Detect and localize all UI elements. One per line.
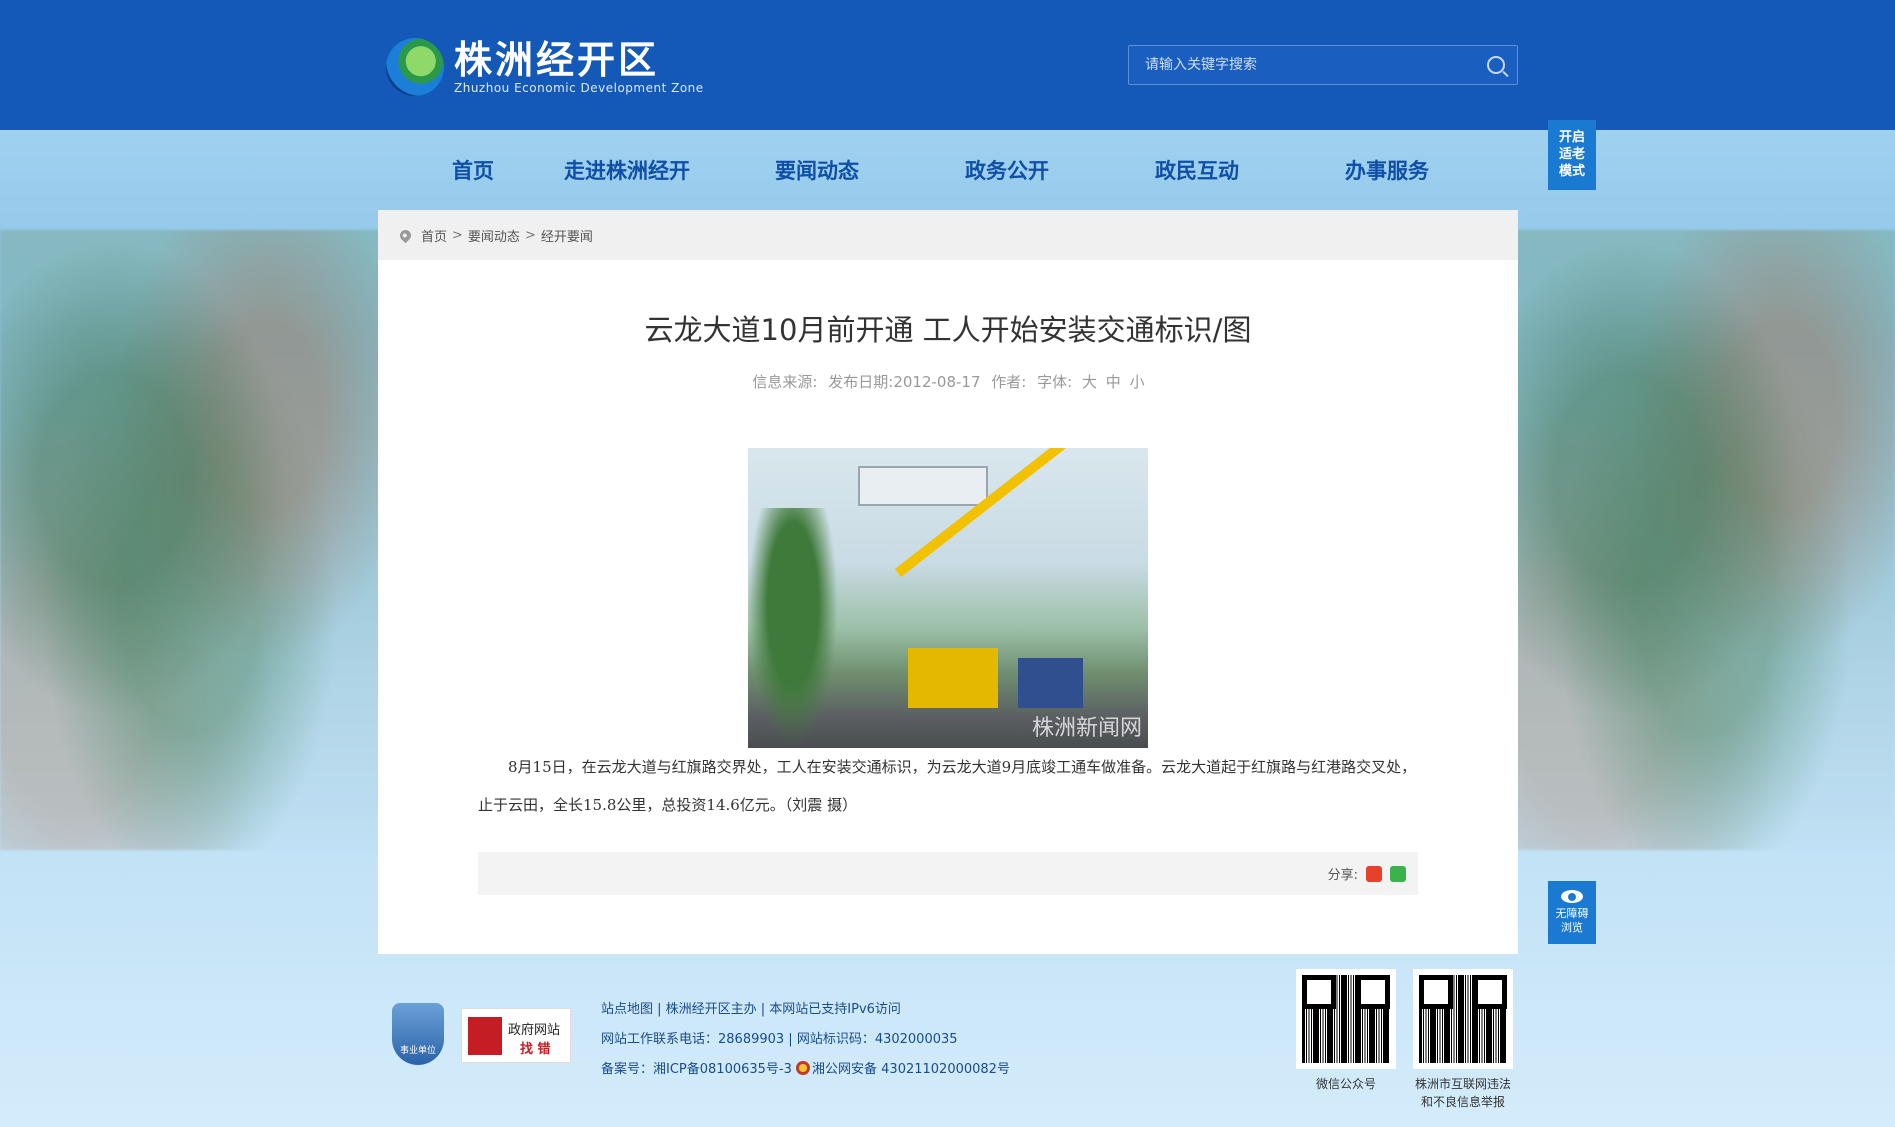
footer-info: 站点地图 | 株洲经开区主办 | 本网站已支持IPv6访问 网站工作联系电话：2…: [601, 995, 1010, 1085]
report-qr-label-line: 和不良信息举报: [1420, 1095, 1505, 1109]
article-body: 8月15日，在云龙大道与红旗路交界处，工人在安装交通标识，为云龙大道9月底竣工通…: [478, 758, 1417, 814]
footer-links[interactable]: 站点地图 | 株洲经开区主办 | 本网站已支持IPv6访问: [601, 995, 1010, 1025]
nav-gov-affairs[interactable]: 政务公开: [912, 155, 1102, 187]
accessibility-line: 无障碍: [1555, 907, 1589, 920]
site-logo[interactable]: 株洲经开区 Zhuzhou Economic Development Zone: [386, 38, 704, 96]
report-qr-code: [1413, 969, 1513, 1069]
elder-mode-line: 适老: [1558, 147, 1585, 162]
photo-truck: [908, 648, 998, 708]
article-meta: 信息来源: 发布日期:2012-08-17 作者: 字体: 大 中 小: [378, 371, 1518, 392]
logo-text: 株洲经开区 Zhuzhou Economic Development Zone: [454, 39, 704, 95]
font-size-medium[interactable]: 中: [1106, 373, 1121, 391]
magnifier-icon: [468, 1017, 502, 1055]
photo-tree: [748, 508, 838, 748]
gov-error-line1: 政府网站: [508, 1023, 561, 1038]
share-label: 分享:: [1327, 868, 1358, 883]
scenery-left: [0, 230, 380, 850]
logo-title-en: Zhuzhou Economic Development Zone: [454, 81, 704, 95]
article-panel: 首页 > 要闻动态 > 经开要闻 云龙大道10月前开通 工人开始安装交通标识/图…: [378, 210, 1518, 954]
public-institution-badge[interactable]: 事业单位: [392, 1003, 444, 1065]
photo-truck: [1018, 658, 1083, 708]
site-footer: 事业单位 政府网站 找 错 站点地图 | 株洲经开区主办 | 本网站已支持IPv…: [378, 960, 1518, 1120]
font-size-large[interactable]: 大: [1082, 373, 1097, 391]
icp-record-link[interactable]: 备案号：湘ICP备08100635号-3: [601, 1062, 792, 1077]
location-pin-icon: [397, 227, 414, 243]
article-photo: 株洲新闻网: [748, 448, 1148, 748]
main-nav: 首页 走进株洲经开 要闻动态 政务公开 政民互动 办事服务: [412, 155, 1482, 187]
qr-pattern: [1419, 975, 1507, 1063]
footer-record: 备案号：湘ICP备08100635号-3 湘公网安备 4302110200008…: [601, 1055, 1010, 1085]
accessibility-line: 浏览: [1561, 921, 1583, 934]
wechat-share-icon[interactable]: [1390, 865, 1406, 882]
breadcrumb-home[interactable]: 首页: [421, 226, 447, 245]
top-header: 株洲经开区 Zhuzhou Economic Development Zone: [0, 0, 1895, 130]
elder-mode-button[interactable]: 开启 适老 模式: [1548, 120, 1596, 190]
eye-icon: [1561, 890, 1583, 903]
meta-date: 发布日期:2012-08-17: [828, 373, 981, 391]
nav-services[interactable]: 办事服务: [1292, 155, 1482, 187]
nav-news[interactable]: 要闻动态: [722, 155, 912, 187]
elder-mode-line: 开启: [1558, 130, 1585, 145]
logo-title-cn: 株洲经开区: [454, 38, 660, 82]
wechat-qr-code: [1296, 969, 1396, 1069]
search-input[interactable]: [1129, 46, 1459, 84]
report-qr-label-line: 株洲市互联网违法: [1414, 1077, 1511, 1091]
article-title: 云龙大道10月前开通 工人开始安装交通标识/图: [644, 313, 1252, 347]
search-box: [1128, 45, 1518, 85]
wechat-qr-label: 微信公众号: [1315, 1077, 1376, 1091]
breadcrumb-news[interactable]: 要闻动态: [468, 226, 520, 245]
report-qr-label: 株洲市互联网违法 和不良信息举报: [1398, 1075, 1528, 1111]
gov-error-report-badge[interactable]: 政府网站 找 错: [461, 1008, 571, 1063]
qr-pattern: [1302, 975, 1390, 1063]
nav-interaction[interactable]: 政民互动: [1102, 155, 1292, 187]
breadcrumb-separator: >: [524, 227, 536, 243]
search-icon[interactable]: [1487, 56, 1505, 74]
share-bar: 分享:: [478, 852, 1418, 895]
nav-about[interactable]: 走进株洲经开: [532, 155, 722, 187]
meta-author: 作者:: [991, 373, 1027, 391]
gov-error-line2: 找 错: [520, 1042, 551, 1057]
logo-emblem-icon: [386, 38, 444, 96]
accessibility-button[interactable]: 无障碍 浏览: [1548, 881, 1596, 944]
font-size-small[interactable]: 小: [1130, 373, 1145, 391]
footer-contact: 网站工作联系电话：28689903 | 网站标识码：4302000035: [601, 1032, 958, 1047]
scenery-right: [1515, 230, 1895, 850]
breadcrumb-current[interactable]: 经开要闻: [541, 226, 593, 245]
weibo-share-icon[interactable]: [1366, 865, 1382, 882]
photo-watermark: 株洲新闻网: [1031, 716, 1142, 741]
elder-mode-line: 模式: [1558, 164, 1585, 179]
meta-font: 字体:: [1037, 373, 1073, 391]
breadcrumb-separator: >: [452, 227, 463, 243]
breadcrumb: 首页 > 要闻动态 > 经开要闻: [378, 210, 1518, 260]
meta-source: 信息来源:: [752, 373, 818, 391]
police-record-link[interactable]: 湘公网安备 43021102000082号: [812, 1062, 1010, 1077]
police-badge-icon: [796, 1061, 811, 1075]
nav-home[interactable]: 首页: [412, 155, 532, 187]
photo-road-sign: [858, 466, 988, 506]
